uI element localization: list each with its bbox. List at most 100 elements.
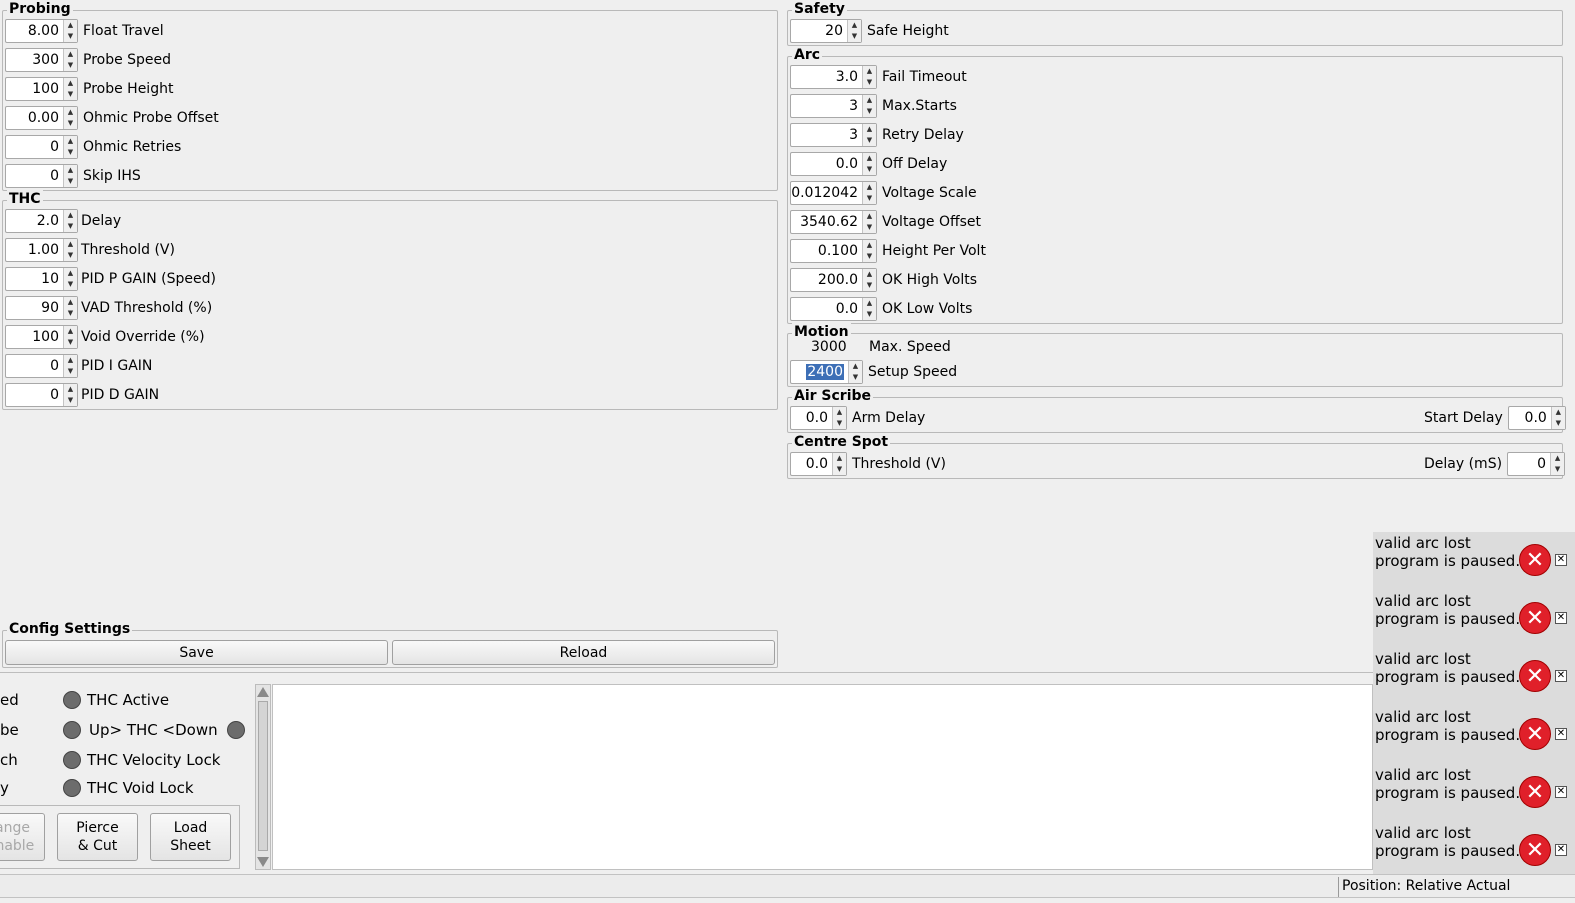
start-delay-spinbox[interactable]: 0.0 ▲ ▼ [1507,406,1566,430]
pid-p-gain-spinbox[interactable]: 10 ▲ ▼ [5,267,78,291]
probing-row-ohmic-retries: 0 ▲ ▼ Ohmic Retries [5,135,181,159]
clipped-label-3: ch [0,751,18,769]
retry-delay-spinbox[interactable]: 3 ▲ ▼ [790,123,877,147]
cs-threshold-label: Threshold (V) [852,456,946,472]
arm-delay-spinbox[interactable]: 0.0 ▲ ▼ [790,406,847,430]
max-starts-spinbox[interactable]: 3 ▲ ▼ [790,94,877,118]
save-button[interactable]: Save [5,640,388,665]
thc-down-led-icon [227,721,245,739]
void-override-label: Void Override (%) [81,329,205,345]
close-icon[interactable]: ✕ [1555,844,1567,856]
load-sheet-button[interactable]: Load Sheet [150,813,231,861]
notification-toast: valid arc lost program is paused. ✕ ✕ [1373,822,1575,880]
thc-delay-label: Delay [81,213,122,229]
max-starts-label: Max.Starts [882,98,957,114]
thc-row-pid-i: 0 ▲ ▼ PID I GAIN [5,354,152,378]
voltage-offset-label: Voltage Offset [882,214,982,230]
arc-row-voltage-offset: 3540.62 ▲ ▼ Voltage Offset [790,210,981,234]
probing-row-skip-ihs: 0 ▲ ▼ Skip IHS [5,164,141,188]
setup-speed-spinbox[interactable]: 2400 ▲ ▼ [790,360,863,384]
start-delay-label: Start Delay [1424,410,1503,426]
thc-title: THC [7,190,43,208]
clipped-label-4: y [0,779,9,797]
fail-timeout-label: Fail Timeout [882,69,967,85]
cs-threshold-spinbox[interactable]: 0.0 ▲ ▼ [790,452,847,476]
ohmic-offset-spinbox[interactable]: 0.00 ▲ ▼ [5,106,78,130]
void-override-spinbox[interactable]: 100 ▲ ▼ [5,325,78,349]
skip-ihs-spinbox[interactable]: 0 ▲ ▼ [5,164,78,188]
arc-title: Arc [792,46,823,64]
thc-delay-spinbox[interactable]: 2.0 ▲ ▼ [5,209,78,233]
error-icon: ✕ [1519,718,1551,750]
retry-delay-label: Retry Delay [882,127,964,143]
ohmic-retries-label: Ohmic Retries [83,139,182,155]
ok-low-volts-spinbox[interactable]: 0.0 ▲ ▼ [790,297,877,321]
pid-d-gain-spinbox[interactable]: 0 ▲ ▼ [5,383,78,407]
vertical-scrollbar[interactable] [255,684,271,870]
max-speed-label: Max. Speed [869,339,951,355]
setup-speed-value: 2400 [806,364,844,380]
arc-row-voltage-scale: 0.012042 ▲ ▼ Voltage Scale [790,181,977,205]
max-speed-value: 3000 [811,339,847,355]
thc-row-vad: 90 ▲ ▼ VAD Threshold (%) [5,296,212,320]
error-icon: ✕ [1519,834,1551,866]
pid-d-gain-label: PID D GAIN [81,387,160,403]
error-icon: ✕ [1519,602,1551,634]
probe-speed-spinbox[interactable]: 300 ▲ ▼ [5,48,78,72]
off-delay-spinbox[interactable]: 0.0 ▲ ▼ [790,152,877,176]
probing-title: Probing [7,0,73,18]
skip-ihs-label: Skip IHS [83,168,141,184]
float-travel-label: Float Travel [83,23,164,39]
thc-threshold-label: Threshold (V) [81,242,175,258]
arc-row-fail-timeout: 3.0 ▲ ▼ Fail Timeout [790,65,967,89]
error-icon: ✕ [1519,660,1551,692]
float-travel-spinbox[interactable]: 8.00 ▲ ▼ [5,19,78,43]
close-icon[interactable]: ✕ [1555,728,1567,740]
thc-threshold-spinbox[interactable]: 1.00 ▲ ▼ [5,238,78,262]
close-icon[interactable]: ✕ [1555,786,1567,798]
probing-row-ohmic-offset: 0.00 ▲ ▼ Ohmic Probe Offset [5,106,219,130]
probe-height-spinbox[interactable]: 100 ▲ ▼ [5,77,78,101]
clipped-label-1: ed [0,691,19,709]
scroll-up-icon[interactable] [257,687,269,697]
arc-row-retry-delay: 3 ▲ ▼ Retry Delay [790,123,964,147]
scroll-thumb[interactable] [258,701,268,851]
centre-spot-title: Centre Spot [792,433,891,451]
start-delay-row: Start Delay 0.0 ▲ ▼ [1424,406,1566,430]
arc-row-off-delay: 0.0 ▲ ▼ Off Delay [790,152,947,176]
scroll-down-icon[interactable] [257,857,269,867]
voltage-offset-spinbox[interactable]: 3540.62 ▲ ▼ [790,210,877,234]
fail-timeout-spinbox[interactable]: 3.0 ▲ ▼ [790,65,877,89]
notification-toast: valid arc lost program is paused. ✕ ✕ [1373,590,1575,648]
pierce-and-cut-button[interactable]: Pierce & Cut [57,813,138,861]
arc-row-max-starts: 3 ▲ ▼ Max.Starts [790,94,957,118]
voltage-scale-spinbox[interactable]: 0.012042 ▲ ▼ [790,181,877,205]
ohmic-retries-spinbox[interactable]: 0 ▲ ▼ [5,135,78,159]
pid-p-gain-label: PID P GAIN (Speed) [81,271,216,287]
air-scribe-title: Air Scribe [792,387,874,405]
position-status: Position: Relative Actual [1342,878,1511,894]
message-text-area[interactable] [272,684,1373,870]
thc-up-down-label: Up> THC <Down [89,721,218,739]
close-icon[interactable]: ✕ [1555,670,1567,682]
change-consumable-button[interactable]: ange mable [0,813,45,861]
thc-row-pid-d: 0 ▲ ▼ PID D GAIN [5,383,159,407]
cs-delay-spinbox[interactable]: 0 ▲ ▼ [1507,452,1566,476]
probing-row-probe-height: 100 ▲ ▼ Probe Height [5,77,173,101]
reload-button[interactable]: Reload [392,640,775,665]
close-icon[interactable]: ✕ [1555,554,1567,566]
cs-delay-row: Delay (mS) 0 ▲ ▼ [1424,452,1566,476]
pid-i-gain-spinbox[interactable]: 0 ▲ ▼ [5,354,78,378]
arc-row-height-per-volt: 0.100 ▲ ▼ Height Per Volt [790,239,986,263]
panel-divider [0,672,1575,673]
ok-high-volts-spinbox[interactable]: 200.0 ▲ ▼ [790,268,877,292]
close-icon[interactable]: ✕ [1555,612,1567,624]
height-per-volt-spinbox[interactable]: 0.100 ▲ ▼ [790,239,877,263]
probe-speed-label: Probe Speed [83,52,172,68]
clipped-label-2: be [0,721,19,739]
thc-up-led-icon [63,721,81,739]
safe-height-spinbox[interactable]: 20 ▲ ▼ [790,19,862,43]
probing-row-float-travel: 8.00 ▲ ▼ Float Travel [5,19,164,43]
notification-toast: valid arc lost program is paused. ✕ ✕ [1373,648,1575,706]
vad-threshold-spinbox[interactable]: 90 ▲ ▼ [5,296,78,320]
